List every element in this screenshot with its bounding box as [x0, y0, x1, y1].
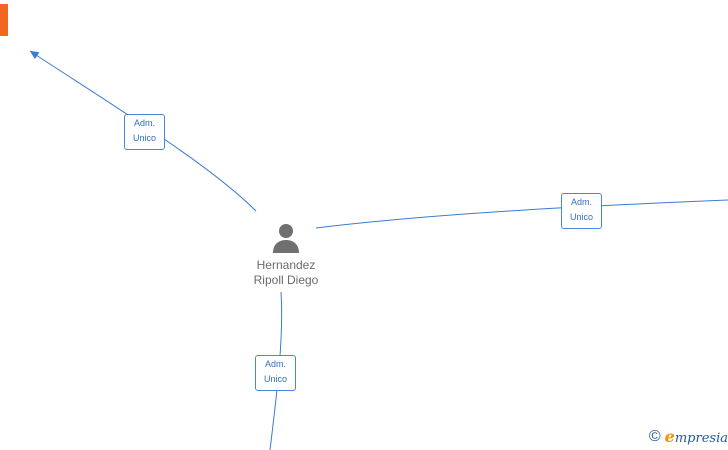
brand-watermark: © empresia	[649, 427, 728, 446]
edge-label-top-left[interactable]: Adm. Unico	[124, 114, 165, 150]
edge-label-bottom[interactable]: Adm. Unico	[255, 355, 296, 391]
person-node[interactable]: Hernandez Ripoll Diego	[236, 222, 336, 288]
edge-label-role: Adm.	[264, 359, 286, 369]
company-building-icon[interactable]	[0, 0, 10, 38]
person-icon	[273, 224, 299, 253]
person-name-line2: Ripoll Diego	[253, 273, 319, 287]
edge-label-type: Unico	[263, 374, 287, 384]
empresia-logo: empresia	[664, 427, 728, 446]
edge-label-type: Unico	[132, 133, 156, 143]
edge-label-role: Adm.	[570, 197, 592, 207]
edge-to-company-right	[315, 199, 728, 229]
person-name-line1: Hernandez	[256, 258, 316, 272]
network-graph: Adm. Unico Adm. Unico Adm. Unico Hernand…	[0, 0, 728, 450]
edge-label-right[interactable]: Adm. Unico	[561, 193, 602, 229]
edge-label-type: Unico	[569, 212, 593, 222]
copyright-icon: ©	[648, 427, 661, 445]
edge-label-role: Adm.	[133, 118, 155, 128]
edge-layer	[29, 50, 728, 450]
person-name: Hernandez Ripoll Diego	[236, 258, 336, 288]
